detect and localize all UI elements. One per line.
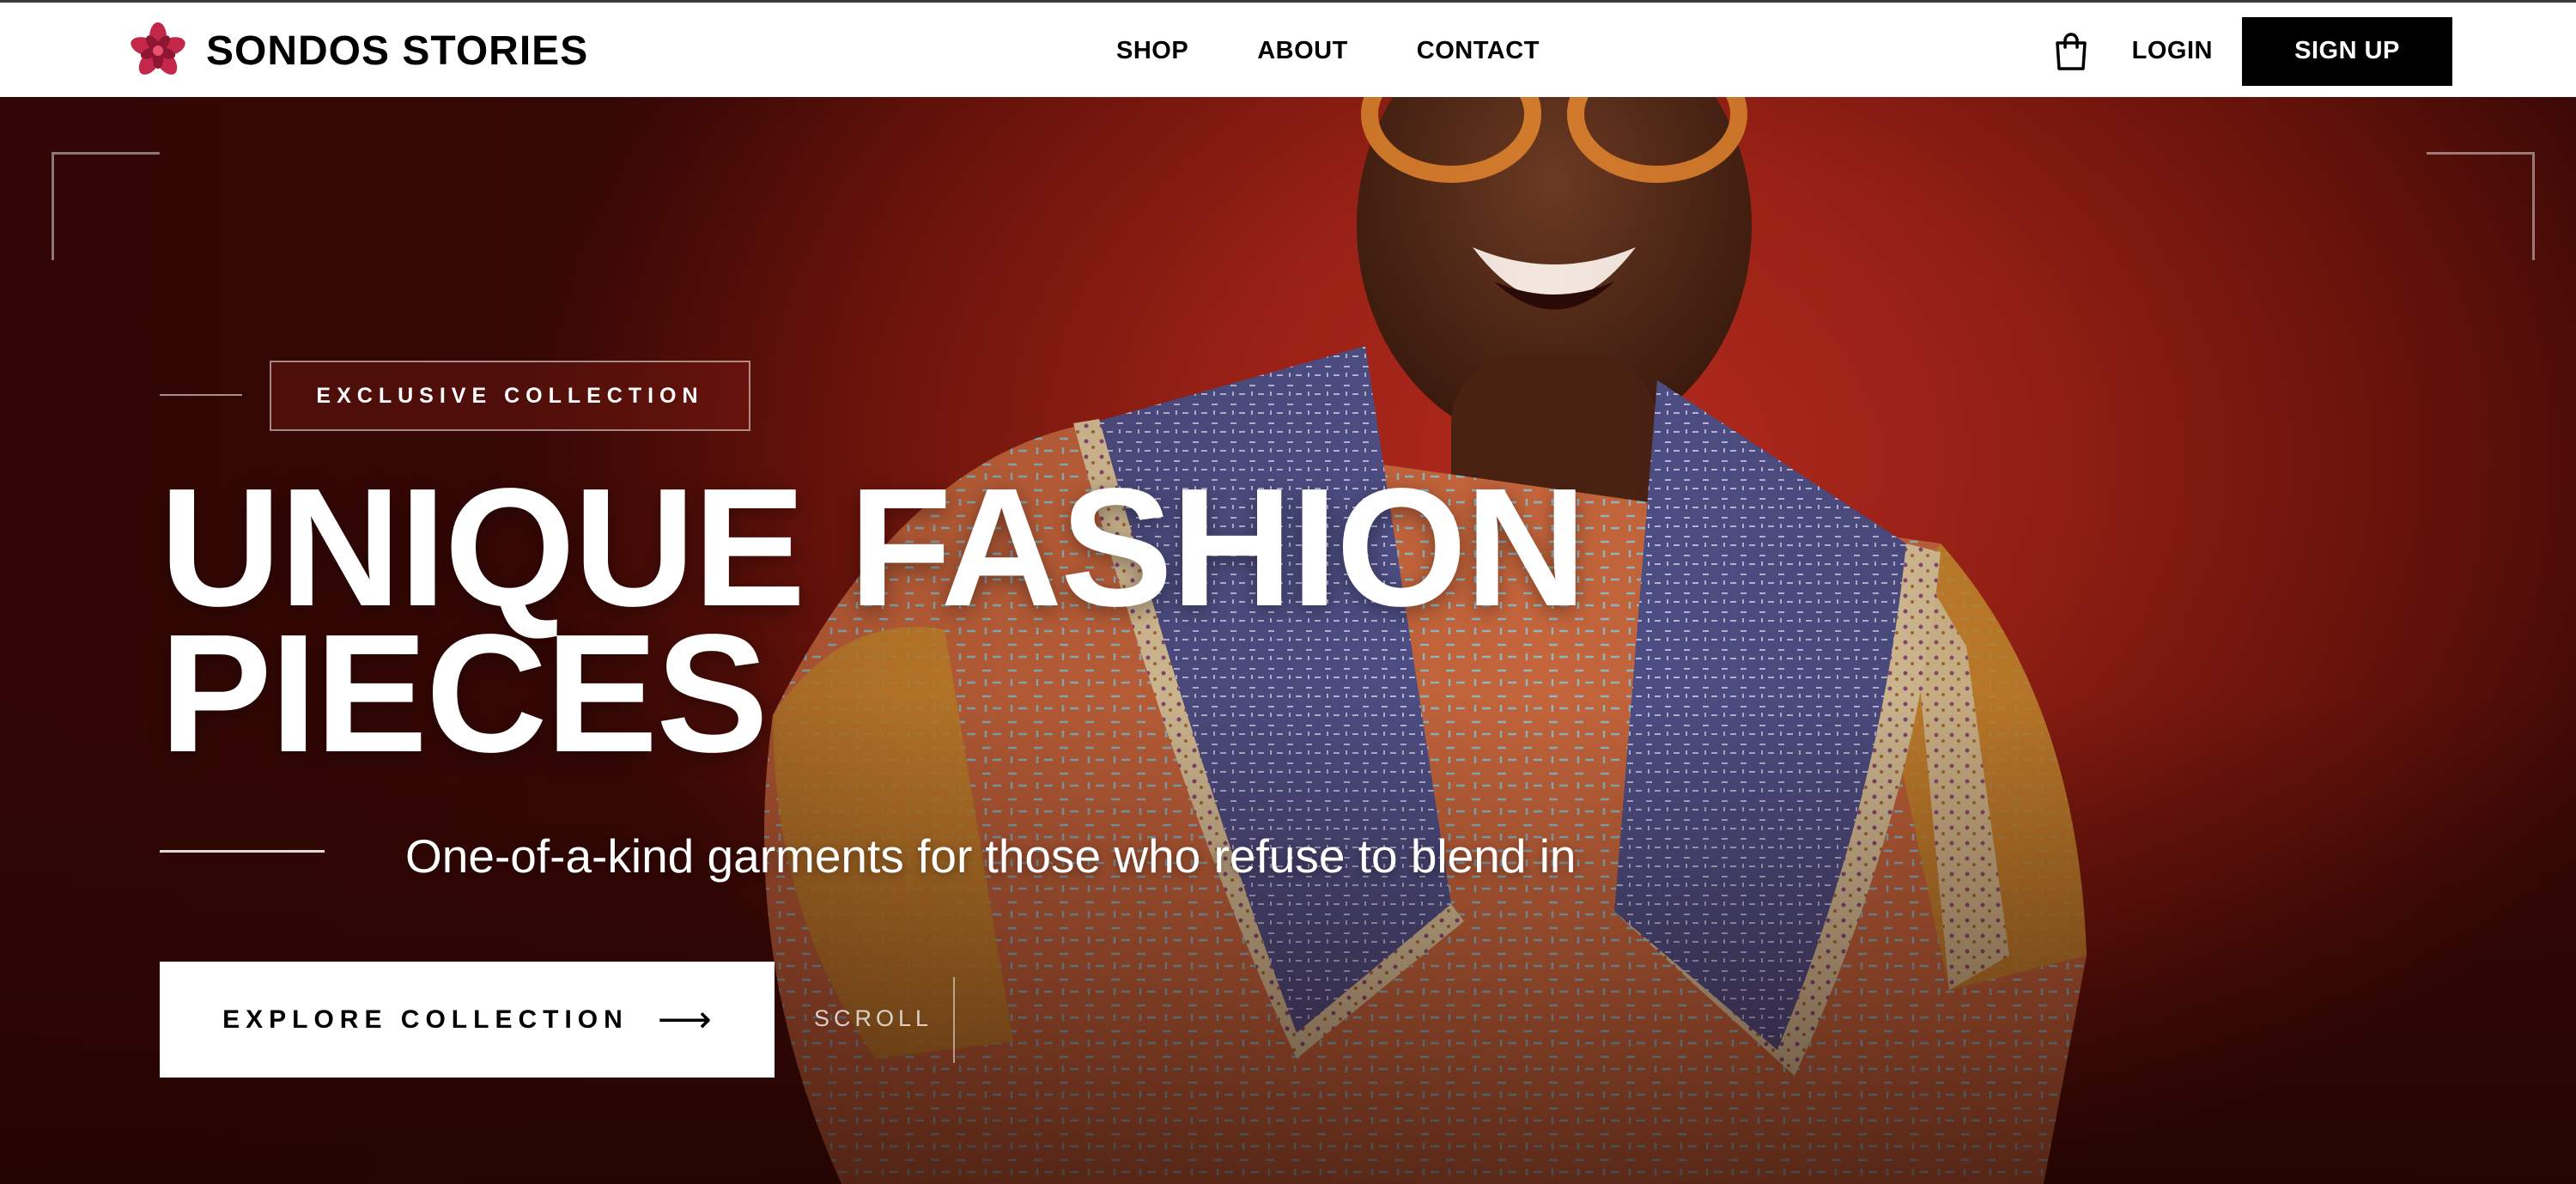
subtitle-accent-line bbox=[160, 850, 325, 853]
nav-actions: LOGIN SIGN UP bbox=[2053, 3, 2452, 100]
signup-button[interactable]: SIGN UP bbox=[2242, 16, 2452, 86]
hero-headline: UNIQUE FASHION PIECES bbox=[160, 464, 1619, 778]
corner-frame-top-left bbox=[52, 152, 160, 260]
collection-badge: EXCLUSIVE COLLECTION bbox=[270, 361, 750, 431]
nav-link-about[interactable]: ABOUT bbox=[1257, 37, 1348, 65]
scroll-indicator-label[interactable]: SCROLL bbox=[814, 1005, 933, 1032]
brand[interactable]: SONDOS STORIES bbox=[129, 21, 588, 80]
explore-collection-button[interactable]: EXPLORE COLLECTION ⟶ bbox=[160, 962, 775, 1078]
hero-section: EXCLUSIVE COLLECTION UNIQUE FASHION PIEC… bbox=[0, 97, 2576, 1184]
main-nav: SHOP ABOUT CONTACT bbox=[1116, 3, 1608, 100]
badge-accent-line bbox=[160, 394, 242, 396]
shopping-bag-icon[interactable] bbox=[2053, 31, 2089, 72]
corner-frame-top-right bbox=[2427, 152, 2535, 260]
nav-link-shop[interactable]: SHOP bbox=[1116, 37, 1188, 65]
hero-subtitle: One-of-a-kind garments for those who ref… bbox=[405, 829, 1577, 883]
top-navbar: SONDOS STORIES SHOP ABOUT CONTACT LOGIN … bbox=[0, 0, 2576, 97]
arrow-right-icon: ⟶ bbox=[657, 998, 712, 1041]
cta-label: EXPLORE COLLECTION bbox=[222, 1005, 629, 1034]
scroll-indicator-line bbox=[953, 977, 955, 1063]
login-link[interactable]: LOGIN bbox=[2132, 37, 2213, 65]
brand-name: SONDOS STORIES bbox=[206, 27, 589, 74]
headline-line-2: PIECES bbox=[160, 599, 769, 787]
nav-link-contact[interactable]: CONTACT bbox=[1417, 37, 1540, 65]
flower-logo-icon bbox=[131, 22, 185, 75]
